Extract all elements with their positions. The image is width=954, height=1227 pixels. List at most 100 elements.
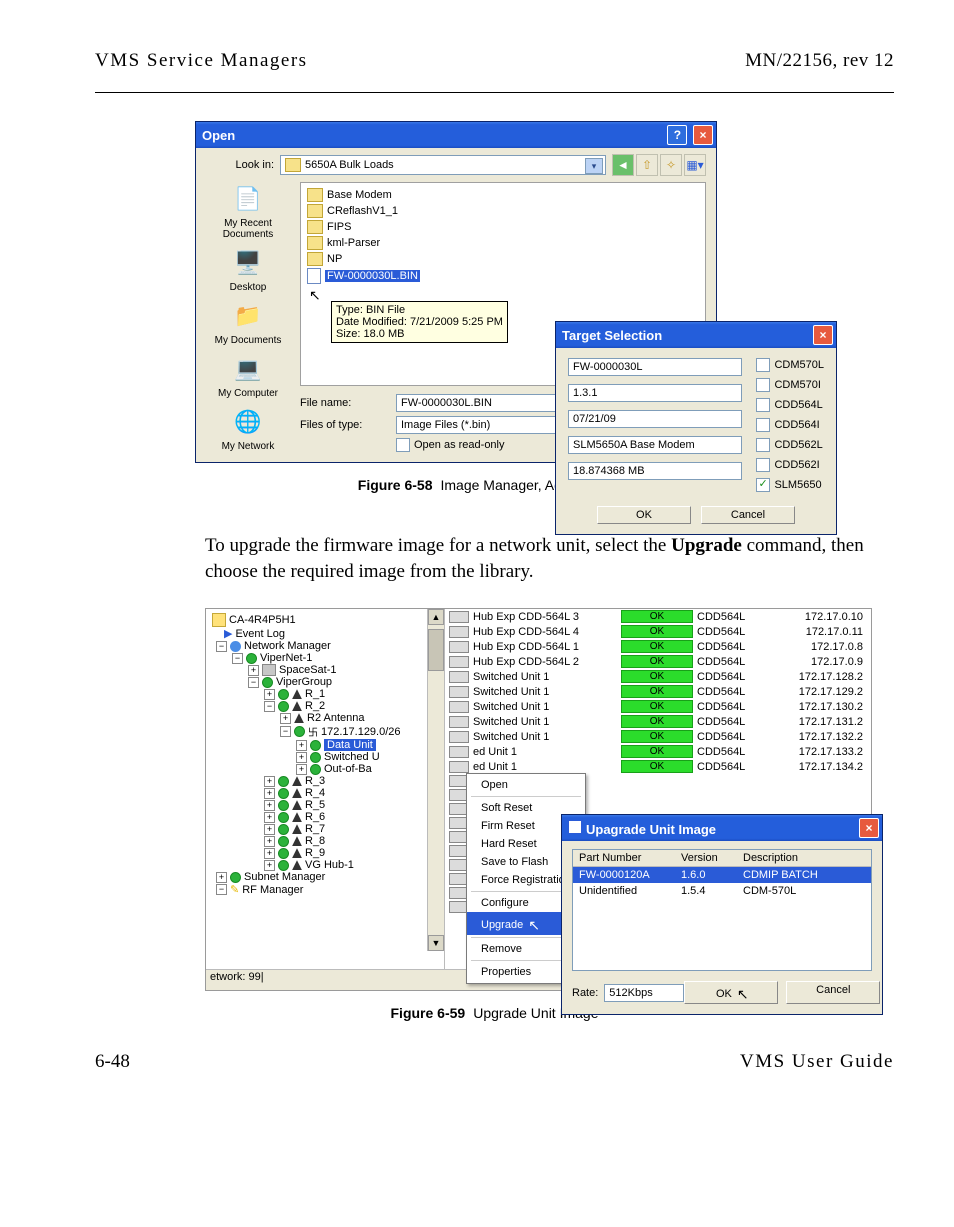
upgrade-titlebar[interactable]: Upagrade Unit Image × (562, 815, 882, 841)
col-partnumber[interactable]: Part Number (573, 850, 675, 866)
list-row[interactable]: Switched Unit 1OKCDD564L172.17.131.2 (445, 714, 871, 729)
list-row[interactable]: Hub Exp CDD-564L 4OKCDD564L172.17.0.11 (445, 624, 871, 639)
tree-rf-mgr[interactable]: −✎RF Manager (210, 883, 444, 896)
tree-network-mgr[interactable]: −Network Manager (210, 640, 444, 652)
cancel-button[interactable]: Cancel (786, 981, 880, 1004)
tree-r9[interactable]: +R_9 (210, 847, 444, 859)
vertical-scrollbar[interactable]: ▲ ▼ (427, 609, 444, 951)
ok-button[interactable]: OK (597, 506, 691, 524)
tree-r4[interactable]: +R_4 (210, 787, 444, 799)
folder-item[interactable]: NP (307, 251, 699, 267)
folder-item[interactable]: kml-Parser (307, 235, 699, 251)
place-mycomp[interactable]: 💻 My Computer (218, 352, 278, 399)
target-check-slm5650[interactable]: SLM5650 (756, 478, 824, 492)
tree-root[interactable]: CA-4R4P5H1 (210, 613, 444, 627)
upgrade-list[interactable]: Part Number Version Description FW-00001… (572, 849, 872, 971)
ctx-open[interactable]: Open (467, 776, 585, 794)
checkbox-icon[interactable] (756, 478, 770, 492)
tree-r1[interactable]: +R_1 (210, 688, 444, 700)
tree-vipernet[interactable]: −ViperNet-1 (210, 652, 444, 664)
close-icon[interactable]: × (693, 125, 713, 145)
close-icon[interactable]: × (813, 325, 833, 345)
folder-item[interactable]: CReflashV1_1 (307, 203, 699, 219)
checkbox-icon[interactable] (756, 438, 770, 452)
tree-data-unit[interactable]: +Data Unit (210, 739, 444, 751)
checkbox-icon[interactable] (756, 358, 770, 372)
tree-r5[interactable]: +R_5 (210, 799, 444, 811)
tree-vipergroup[interactable]: −ViperGroup (210, 676, 444, 688)
views-icon[interactable]: ▦▾ (684, 154, 706, 176)
row-status: OK (621, 730, 693, 743)
tree-subnet-mgr[interactable]: +Subnet Manager (210, 871, 444, 883)
folder-item[interactable]: Base Modem (307, 187, 699, 203)
target-check-cdd564l[interactable]: CDD564L (756, 398, 824, 412)
new-folder-icon[interactable]: ✧ (660, 154, 682, 176)
target-check-cdd562i[interactable]: CDD562I (756, 458, 824, 472)
tree-r2-antenna[interactable]: +R2 Antenna (210, 712, 444, 724)
target-field-size[interactable]: 18.874368 MB (568, 462, 742, 480)
tree-spacesat[interactable]: +SpaceSat-1 (210, 664, 444, 676)
col-description[interactable]: Description (737, 850, 871, 866)
target-check-cdd564i[interactable]: CDD564I (756, 418, 824, 432)
place-desktop[interactable]: 🖥️ Desktop (230, 246, 267, 293)
checkbox-icon[interactable] (756, 398, 770, 412)
list-row[interactable]: Hub Exp CDD-564L 3OKCDD564L172.17.0.10 (445, 609, 871, 624)
tree-r2[interactable]: −R_2 (210, 700, 444, 712)
list-row[interactable]: ed Unit 1OKCDD564L172.17.133.2 (445, 744, 871, 759)
close-icon[interactable]: × (859, 818, 879, 838)
target-titlebar[interactable]: Target Selection × (556, 322, 836, 348)
upgrade-row[interactable]: FW-0000120A1.6.0CDMIP BATCH (573, 867, 871, 883)
tree-vghub[interactable]: +VG Hub-1 (210, 859, 444, 871)
scroll-thumb[interactable] (428, 629, 444, 671)
row-name: ed Unit 1 (473, 746, 617, 758)
list-row[interactable]: Hub Exp CDD-564L 1OKCDD564L172.17.0.8 (445, 639, 871, 654)
target-field-ver[interactable]: 1.3.1 (568, 384, 742, 402)
open-dialog-titlebar[interactable]: Open ? × (196, 122, 716, 148)
tree-r8[interactable]: +R_8 (210, 835, 444, 847)
rate-input[interactable]: 512Kbps (604, 984, 684, 1002)
place-recent[interactable]: 📄 My Recent Documents (204, 182, 292, 240)
upgrade-row[interactable]: Unidentified1.5.4CDM-570L (573, 883, 871, 899)
place-mydocs[interactable]: 📁 My Documents (215, 299, 282, 346)
tree-r7[interactable]: +R_7 (210, 823, 444, 835)
back-icon[interactable]: ◄ (612, 154, 634, 176)
tree-r3[interactable]: +R_3 (210, 775, 444, 787)
up-one-level-icon[interactable]: ⇧ (636, 154, 658, 176)
cancel-button[interactable]: Cancel (701, 506, 795, 524)
folder-item[interactable]: FIPS (307, 219, 699, 235)
target-field-fw[interactable]: FW-0000030L (568, 358, 742, 376)
col-version[interactable]: Version (675, 850, 737, 866)
place-mynet[interactable]: 🌐 My Network (222, 405, 275, 452)
target-check-cdm570i[interactable]: CDM570I (756, 378, 824, 392)
list-row[interactable]: Hub Exp CDD-564L 2OKCDD564L172.17.0.9 (445, 654, 871, 669)
help-icon[interactable]: ? (667, 125, 687, 145)
list-row[interactable]: Switched Unit 1OKCDD564L172.17.132.2 (445, 729, 871, 744)
file-item-selected[interactable]: FW-0000030L.BIN (307, 267, 699, 285)
target-field-desc[interactable]: SLM5650A Base Modem (568, 436, 742, 454)
tree-r6[interactable]: +R_6 (210, 811, 444, 823)
tree-panel[interactable]: CA-4R4P5H1 ▶Event Log −Network Manager −… (206, 609, 445, 969)
modem-icon (449, 686, 469, 698)
chevron-down-icon[interactable]: ▾ (585, 158, 603, 174)
ok-button[interactable]: OK ↖ (684, 981, 778, 1004)
tree-out-of-ba[interactable]: +Out-of-Ba (210, 763, 444, 775)
lookin-dropdown[interactable]: 5650A Bulk Loads ▾ (280, 155, 606, 175)
scroll-down-icon[interactable]: ▼ (428, 935, 444, 951)
tree-event-log[interactable]: ▶Event Log (210, 627, 444, 640)
scroll-up-icon[interactable]: ▲ (428, 609, 444, 625)
checkbox-icon[interactable] (756, 458, 770, 472)
list-row[interactable]: ed Unit 1OKCDD564L172.17.134.2 (445, 759, 871, 774)
row-ip: 172.17.0.9 (777, 656, 867, 668)
target-check-cdm570l[interactable]: CDM570L (756, 358, 824, 372)
target-field-date[interactable]: 07/21/09 (568, 410, 742, 428)
tree-switched-u[interactable]: +Switched U (210, 751, 444, 763)
tree-subnet-ip[interactable]: −卐172.17.129.0/26 (210, 724, 444, 739)
checkbox-icon[interactable] (396, 438, 410, 452)
list-row[interactable]: Switched Unit 1OKCDD564L172.17.130.2 (445, 699, 871, 714)
checkbox-icon[interactable] (756, 378, 770, 392)
list-row[interactable]: Switched Unit 1OKCDD564L172.17.128.2 (445, 669, 871, 684)
checkbox-icon[interactable] (756, 418, 770, 432)
target-checkboxes: CDM570L CDM570I CDD564L CDD564I CDD562L CDD56… (756, 358, 824, 492)
target-check-cdd562l[interactable]: CDD562L (756, 438, 824, 452)
list-row[interactable]: Switched Unit 1OKCDD564L172.17.129.2 (445, 684, 871, 699)
